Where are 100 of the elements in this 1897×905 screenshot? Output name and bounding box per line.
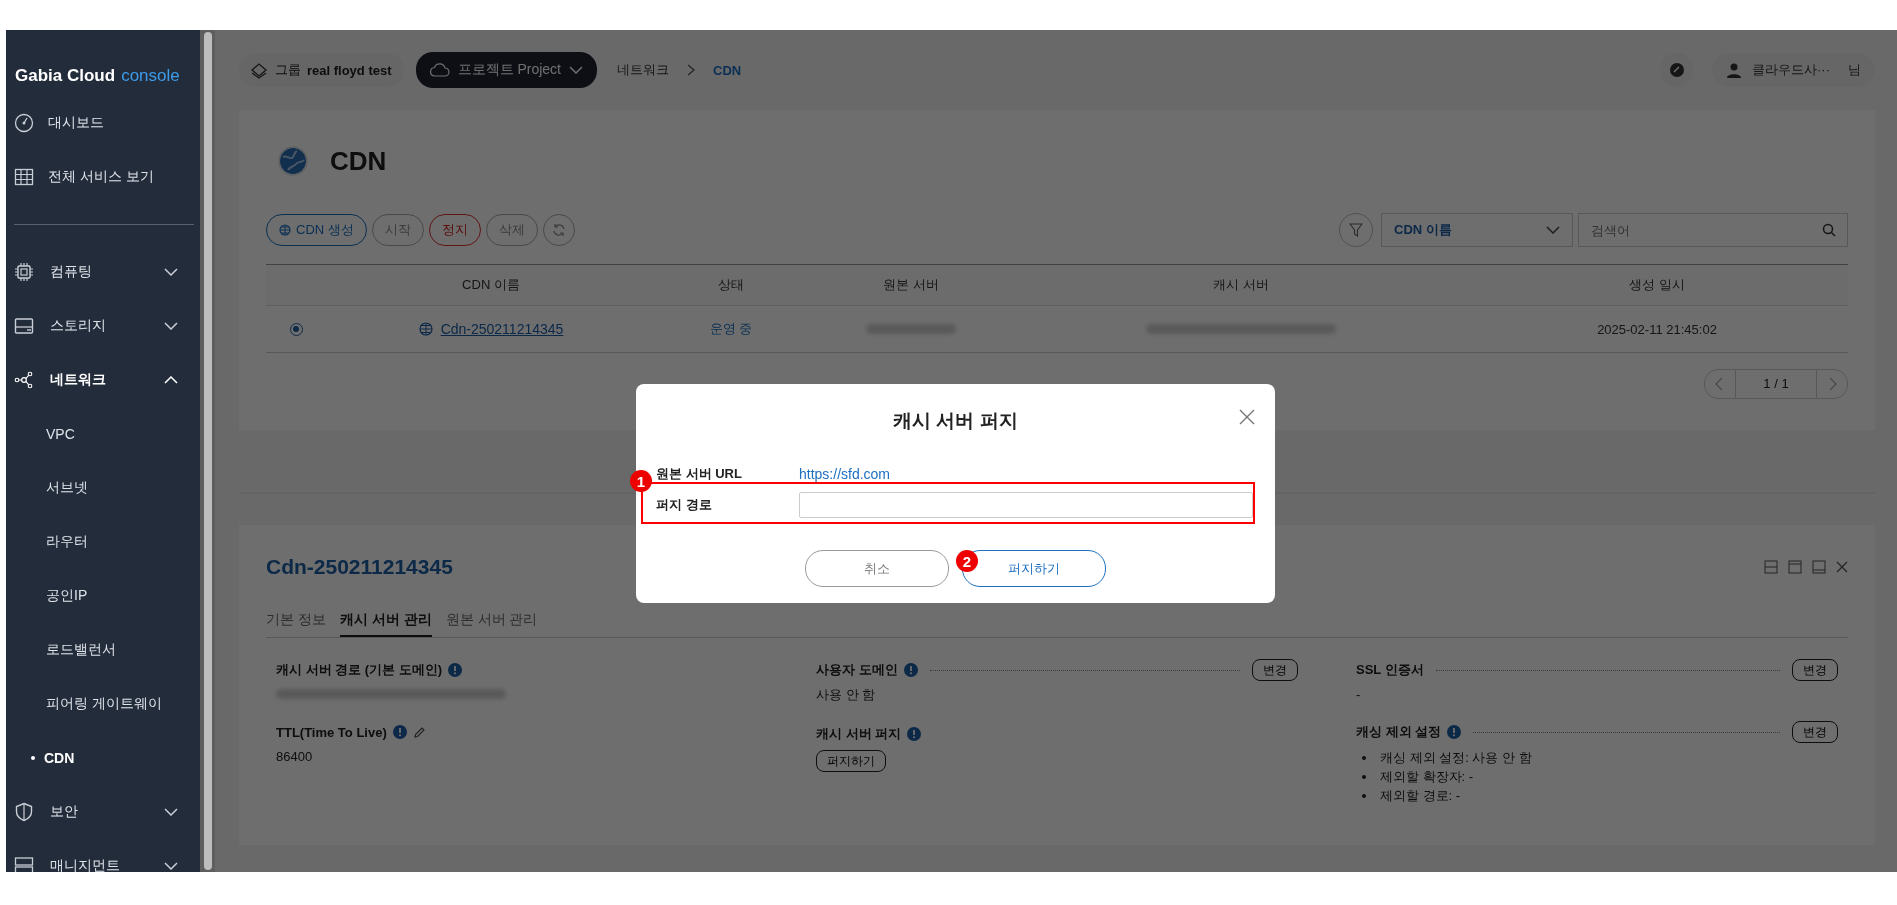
panel-bottom-icon[interactable] [1812, 560, 1826, 574]
chevron-icon [164, 376, 178, 384]
bullet-icon [31, 756, 35, 760]
chevron-icon [164, 862, 178, 870]
filter-button[interactable] [1339, 213, 1373, 247]
chat-icon [1669, 62, 1685, 78]
sidebar-subitem[interactable]: 로드밸런서 [6, 623, 200, 677]
drive-icon [14, 316, 34, 336]
globe-grid-icon [279, 224, 291, 236]
status-text: 운영 중 [709, 320, 753, 338]
filter-icon [1349, 223, 1363, 237]
sidebar-group[interactable]: 네트워크 [6, 353, 200, 407]
page-indicator: 1 / 1 [1735, 370, 1817, 398]
list-item: 캐싱 제외 설정: 사용 안 함 [1380, 748, 1532, 767]
filter-select[interactable]: CDN 이름 [1381, 213, 1573, 247]
globe-grid-icon [418, 322, 433, 336]
sidebar-item[interactable]: 대시보드 [6, 96, 200, 150]
sidebar-subitem[interactable]: VPC [6, 407, 200, 461]
refresh-button[interactable] [542, 214, 575, 246]
sidebar-subitem[interactable]: 라우터 [6, 515, 200, 569]
step-badge: 2 [956, 550, 978, 572]
chevron-icon [164, 808, 178, 816]
server-icon [14, 856, 34, 872]
breadcrumb-link[interactable]: 네트워크 [617, 61, 669, 79]
cancel-button[interactable]: 취소 [805, 550, 949, 587]
field-value: - [1356, 686, 1362, 702]
purge-button[interactable]: 퍼지하기 [816, 750, 886, 772]
list-item: 제외할 확장자: - [1380, 767, 1474, 786]
chat-button[interactable] [1660, 53, 1694, 87]
cdn-name-link[interactable]: Cdn-250211214345 [440, 321, 564, 337]
bullet-icon [1362, 793, 1366, 798]
tab[interactable]: 기본 정보 [266, 603, 326, 637]
page-title: CDN [330, 145, 387, 177]
breadcrumb-link[interactable]: CDN [713, 62, 742, 78]
field-label: 캐싱 제외 설정 [1356, 723, 1442, 741]
refresh-icon [551, 223, 566, 237]
sidebar-group[interactable]: 매니지먼트 [6, 839, 200, 872]
sidebar-group[interactable]: 스토리지 [6, 299, 200, 353]
user-menu[interactable]: 클라우드사··· 님 [1712, 53, 1875, 87]
group-chip[interactable]: 그룹 real floyd test [239, 53, 404, 87]
change-button[interactable]: 변경 [1792, 659, 1838, 681]
close-icon[interactable] [1239, 409, 1255, 425]
globe-icon [278, 146, 308, 176]
bullet-icon [1362, 755, 1366, 760]
sidebar-subitem[interactable]: CDN [6, 731, 200, 785]
origin-url-link[interactable]: https://sfd.com [799, 465, 891, 482]
chevron-icon [569, 66, 583, 74]
layers-icon [249, 61, 269, 79]
change-button[interactable]: 변경 [1252, 659, 1298, 681]
sidebar-item[interactable]: 전체 서비스 보기 [6, 150, 200, 204]
column-header: 생성 일시 [1628, 276, 1686, 294]
sidebar-subitem[interactable]: 서브넷 [6, 461, 200, 515]
chevron-icon [164, 322, 178, 330]
column-header: 원본 서버 [882, 276, 940, 294]
split-horizontal-icon[interactable] [1764, 560, 1778, 574]
tab[interactable]: 원본 서버 관리 [445, 603, 538, 637]
scrollbar[interactable] [200, 30, 215, 872]
sidebar-group[interactable]: 컴퓨팅 [6, 245, 200, 299]
panel-top-icon[interactable] [1788, 560, 1802, 574]
chevron-right-icon [687, 64, 695, 76]
network-icon [14, 370, 34, 390]
sidebar-subitem[interactable]: 공인IP [6, 569, 200, 623]
field-label: 캐시 서버 경로 (기본 도메인) [276, 661, 443, 679]
field-label: SSL 인증서 [1356, 661, 1424, 679]
sidebar-group[interactable]: 보안 [6, 785, 200, 839]
close-icon[interactable] [1836, 561, 1848, 573]
chevron-icon [1546, 226, 1560, 234]
field-value: 86400 [276, 748, 314, 764]
search-icon [1822, 223, 1836, 237]
field-label: TTL(Time To Live) [276, 724, 387, 740]
field-label: 원본 서버 URL [656, 464, 743, 483]
step-badge: 1 [630, 470, 652, 492]
field-label: 퍼지 경로 [656, 495, 713, 514]
grid-icon [14, 167, 34, 187]
field-value: 사용 안 함 [816, 686, 877, 704]
pencil-icon[interactable] [412, 725, 426, 739]
chevron-icon [164, 268, 178, 276]
list-item: 제외할 경로: - [1380, 786, 1461, 805]
action-button[interactable]: 정지 [428, 214, 481, 246]
sidebar-subitem[interactable]: 피어링 게이트웨이 [6, 677, 200, 731]
shield-icon [14, 802, 34, 822]
search-field[interactable]: 검색어 [1578, 213, 1848, 247]
chip-icon [14, 262, 34, 282]
project-dropdown[interactable]: 프로젝트 Project [415, 52, 597, 88]
gauge-icon [14, 113, 34, 133]
logo-product-text[interactable]: console [121, 66, 180, 86]
detail-title: Cdn-250211214345 [266, 555, 453, 579]
field-label: 캐시 서버 퍼지 [816, 725, 902, 743]
column-header: 상태 [717, 276, 745, 294]
field-label: 사용자 도메인 [816, 661, 898, 679]
cloud-icon [427, 63, 450, 77]
bullet-icon [1362, 774, 1366, 779]
user-icon [1726, 62, 1742, 78]
action-button[interactable]: CDN 생성 [266, 214, 367, 246]
logo-text[interactable]: Gabia Cloud [15, 66, 116, 86]
tab[interactable]: 캐시 서버 관리 [339, 603, 432, 637]
change-button[interactable]: 변경 [1792, 721, 1838, 743]
dialog-title: 캐시 서버 퍼지 [893, 409, 1018, 433]
column-header: CDN 이름 [461, 276, 521, 294]
table-cell: 2025-02-11 21:45:02 [1597, 321, 1717, 337]
